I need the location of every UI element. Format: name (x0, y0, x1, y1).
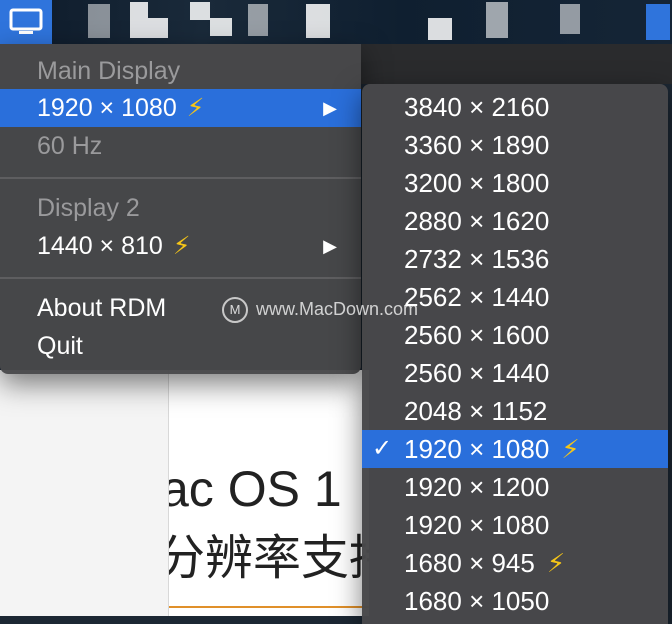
submenu-arrow-icon: ▶ (323, 236, 337, 256)
blurred-status-icon (88, 4, 110, 38)
blurred-status-icon (210, 18, 232, 36)
resolution-option[interactable]: 1920 × 1080 (362, 506, 668, 544)
display-2-resolution-label: 1440 × 810 (37, 232, 163, 260)
resolution-option[interactable]: 2732 × 1536 (362, 240, 668, 278)
resolution-option[interactable]: 3840 × 2160 (362, 88, 668, 126)
checkmark-icon: ✓ (372, 435, 393, 462)
resolution-submenu: 3840 × 2160 3360 × 1890 3200 × 1800 2880 × … (362, 84, 668, 624)
watermark: www.MacDown.com (222, 293, 418, 325)
menu-separator (0, 277, 361, 279)
display-2-header-label: Display 2 (37, 194, 140, 222)
main-display-refresh-item: 60 Hz (0, 127, 361, 165)
quit-item[interactable]: Quit (0, 327, 361, 365)
resolution-option[interactable]: ✓ 1920 × 1080 ⚡ (362, 430, 668, 468)
blurred-status-icon (190, 2, 210, 20)
resolution-option[interactable]: 2880 × 1620 (362, 202, 668, 240)
resolution-option-label: 1680 × 1050 (404, 586, 550, 616)
hidpi-bolt-icon: ⚡ (172, 232, 191, 260)
resolution-option[interactable]: 2560 × 1440 (362, 354, 668, 392)
resolution-option-label: 3360 × 1890 (404, 130, 550, 160)
submenu-arrow-icon: ▶ (323, 98, 337, 118)
display-2-resolution-item[interactable]: 1440 × 810 ⚡ ▶ (0, 227, 361, 265)
divider (169, 606, 369, 608)
main-display-header-label: Main Display (37, 57, 181, 85)
resolution-option-label: 3200 × 1800 (404, 168, 550, 198)
resolution-option[interactable]: 3200 × 1800 (362, 164, 668, 202)
resolution-option-label: 2560 × 1440 (404, 358, 550, 388)
watermark-logo-icon (222, 297, 248, 324)
resolution-option[interactable]: 3360 × 1890 (362, 126, 668, 164)
blurred-status-icon (428, 18, 452, 40)
display-icon (9, 8, 43, 34)
blurred-status-icon (148, 18, 168, 38)
resolution-option-label: 1920 × 1200 (404, 472, 550, 502)
blurred-status-icon (306, 4, 330, 38)
resolution-option[interactable]: 1920 × 1200 (362, 468, 668, 506)
resolution-option-label: 1680 × 945 (404, 548, 535, 578)
hidpi-bolt-icon: ⚡ (546, 548, 566, 578)
resolution-option[interactable]: 2048 × 1152 (362, 392, 668, 430)
blurred-status-icon (560, 4, 580, 34)
resolution-option-label: 2562 × 1440 (404, 282, 550, 312)
background-heading: ac OS 1 (168, 461, 342, 517)
resolution-option-label: 2560 × 1600 (404, 320, 550, 350)
blurred-status-icon (130, 2, 148, 38)
menu-bar (0, 0, 672, 44)
resolution-option-label: 3840 × 2160 (404, 92, 550, 122)
menu-separator (0, 177, 361, 179)
main-display-resolution-label: 1920 × 1080 (37, 94, 177, 122)
main-display-refresh-label: 60 Hz (37, 132, 103, 160)
main-display-resolution-item[interactable]: 1920 × 1080 ⚡ ▶ (0, 89, 361, 127)
resolution-option-label: 2880 × 1620 (404, 206, 550, 236)
background-subheading: 分辨率支持 (169, 530, 369, 586)
blurred-status-icon (486, 2, 508, 38)
background-document: ac OS 1 分辨率支持 (168, 370, 369, 616)
blurred-status-icon (248, 4, 268, 36)
rdm-menubar-icon[interactable] (0, 0, 52, 44)
blurred-status-icon (646, 4, 670, 40)
hidpi-bolt-icon: ⚡ (561, 434, 580, 464)
quit-label: Quit (37, 332, 83, 360)
resolution-option-label: 1920 × 1080 (404, 510, 550, 540)
resolution-option-label: 2732 × 1536 (404, 244, 550, 274)
background-sidebar (0, 370, 172, 616)
resolution-option-label: 1920 × 1080 (404, 434, 550, 464)
watermark-text: www.MacDown.com (256, 299, 419, 319)
resolution-option[interactable]: 1680 × 1050 (362, 582, 668, 620)
about-rdm-label: About RDM (37, 294, 167, 322)
main-display-header: Main Display (0, 52, 361, 90)
resolution-option[interactable]: 1680 × 945 ⚡ (362, 544, 668, 582)
hidpi-bolt-icon: ⚡ (186, 94, 205, 122)
display-2-header: Display 2 (0, 189, 361, 227)
resolution-option-label: 2048 × 1152 (404, 396, 548, 426)
